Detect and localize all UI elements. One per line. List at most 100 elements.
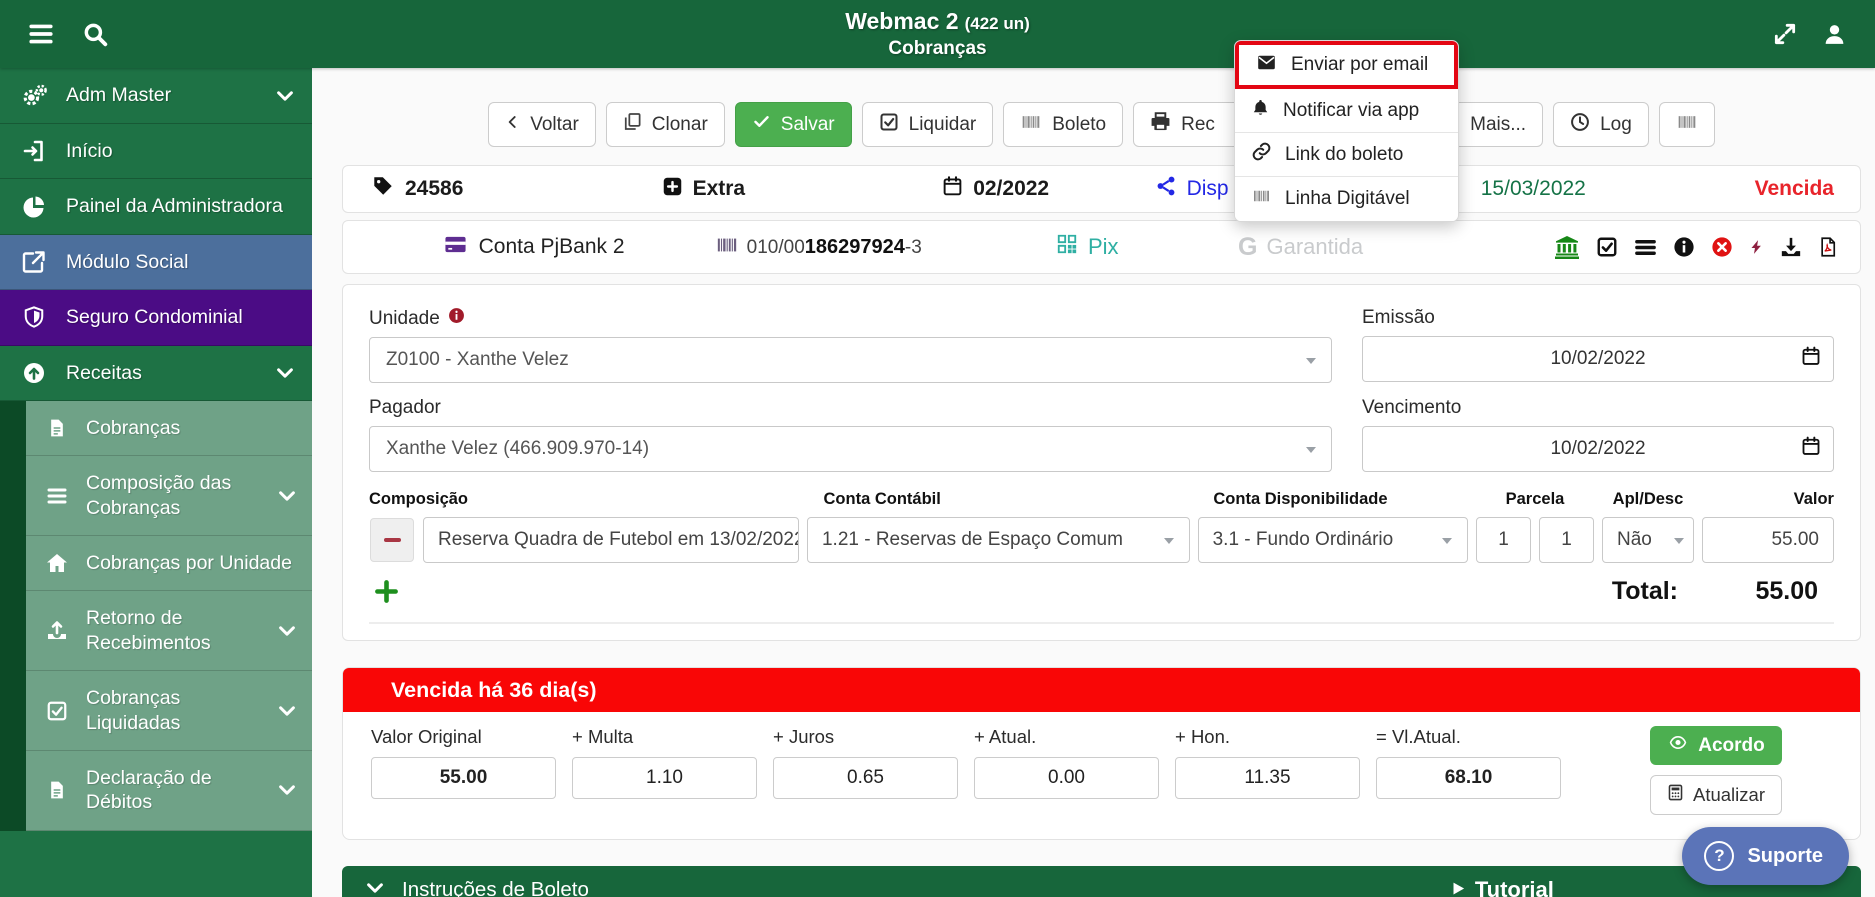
- sidebar-item-inicio[interactable]: Início: [0, 124, 312, 179]
- app-title-block: Webmac 2(422 un) Cobranças: [0, 8, 1875, 60]
- pagador-select[interactable]: Xanthe Velez (466.909.970-14): [369, 426, 1332, 472]
- sidebar-item-cobrancas[interactable]: Cobranças: [26, 401, 312, 456]
- pagador-value: Xanthe Velez (466.909.970-14): [386, 438, 649, 460]
- vencimento-label: Vencimento: [1362, 397, 1461, 419]
- clonar-button[interactable]: Clonar: [606, 102, 725, 147]
- sidebar-item-label: Início: [66, 139, 113, 163]
- liquidar-label: Liquidar: [909, 114, 977, 136]
- valor-input[interactable]: 55.00: [1702, 517, 1834, 563]
- dropdown-item-notificar-app[interactable]: Notificar via app: [1235, 89, 1458, 133]
- sidebar-item-seguro-condominial[interactable]: Seguro Condominial: [0, 290, 312, 345]
- valor-original-value: 55.00: [440, 767, 488, 789]
- atualizacao-value: 0.00: [1048, 767, 1085, 789]
- liquidar-button[interactable]: Liquidar: [862, 102, 994, 147]
- add-row-button[interactable]: [375, 580, 398, 603]
- atualizacao-input[interactable]: 0.00: [974, 757, 1159, 799]
- conta-contabil-select[interactable]: 1.21 - Reservas de Espaço Comum: [807, 517, 1190, 563]
- upload-icon: [44, 619, 70, 643]
- chevron-down-icon: [274, 362, 296, 384]
- parcela-total-value: 1: [1561, 529, 1572, 551]
- vencimento-input[interactable]: 10/02/2022: [1362, 426, 1834, 472]
- dropdown-item-linha-digitavel[interactable]: Linha Digitável: [1235, 177, 1458, 221]
- download-icon[interactable]: [1780, 221, 1802, 273]
- apl-desc-value: Não: [1617, 529, 1652, 551]
- bolt-icon[interactable]: [1749, 221, 1764, 273]
- composicao-value: Reserva Quadra de Futebol em 13/02/2022: [438, 529, 799, 551]
- bank-icon[interactable]: [1554, 221, 1580, 273]
- log-button[interactable]: Log: [1553, 102, 1649, 147]
- main-content: Voltar Clonar Salvar Liquidar Boleto Rec…: [312, 68, 1875, 897]
- composicao-input[interactable]: Reserva Quadra de Futebol em 13/02/2022: [423, 517, 799, 563]
- plus-square-icon: [662, 176, 683, 203]
- menu-bars-icon[interactable]: [1634, 221, 1657, 273]
- billing-type: Extra: [662, 166, 746, 212]
- unidade-select[interactable]: Z0100 - Xanthe Velez: [369, 337, 1332, 383]
- sidebar-item-label: Módulo Social: [66, 250, 188, 274]
- calendar-icon[interactable]: [1801, 346, 1821, 373]
- pix-link[interactable]: Pix: [1056, 221, 1119, 273]
- calendar-icon[interactable]: [1801, 436, 1821, 463]
- overdue-banner: Vencida há 36 dia(s): [343, 668, 1860, 712]
- check-square-icon[interactable]: [1596, 221, 1618, 273]
- bank-account: Conta PjBank 2: [442, 221, 625, 273]
- info-circle-icon[interactable]: [1673, 221, 1695, 273]
- user-icon[interactable]: [1822, 22, 1847, 47]
- cancel-circle-icon[interactable]: [1711, 221, 1733, 273]
- dropdown-item-enviar-email[interactable]: Enviar por email: [1235, 41, 1458, 89]
- caret-down-icon: [1163, 529, 1175, 551]
- fullscreen-icon[interactable]: [1772, 21, 1798, 47]
- mais-button[interactable]: Mais...: [1453, 102, 1543, 147]
- multa-label: + Multa: [572, 726, 757, 748]
- file-pdf-icon[interactable]: [1818, 221, 1838, 273]
- pix-label: Pix: [1088, 234, 1119, 260]
- sidebar-item-composicao-cobrancas[interactable]: Composição das Cobranças: [26, 456, 312, 536]
- remove-row-button[interactable]: [370, 518, 414, 562]
- barcode-only-button[interactable]: [1659, 102, 1715, 147]
- juros-input[interactable]: 0.65: [773, 757, 958, 799]
- menu-icon[interactable]: [26, 21, 56, 47]
- emissao-label: Emissão: [1362, 307, 1435, 329]
- dropdown-item-link-boleto[interactable]: Link do boleto: [1235, 133, 1458, 177]
- acordo-icon: [1667, 734, 1689, 757]
- tutorial-link[interactable]: Tutorial: [1451, 877, 1554, 897]
- mais-label: Mais...: [1470, 114, 1526, 136]
- apl-desc-select[interactable]: Não: [1602, 517, 1694, 563]
- valor-atualizado-input[interactable]: 68.10: [1376, 757, 1561, 799]
- boleto-number-prefix: 010/00: [747, 237, 805, 259]
- instrucoes-boleto-bar[interactable]: Instruções de Boleto Tutorial: [342, 866, 1861, 897]
- share-icon: [1155, 175, 1177, 203]
- support-button[interactable]: ? Suporte: [1682, 827, 1849, 885]
- parcela-total-input[interactable]: 1: [1539, 517, 1594, 563]
- sidebar-item-adm-master[interactable]: Adm Master: [0, 68, 312, 124]
- calendar-icon: [942, 175, 963, 203]
- sidebar-item-cobrancas-por-unidade[interactable]: Cobranças por Unidade: [26, 536, 312, 591]
- sidebar-item-painel-administradora[interactable]: Painel da Administradora: [0, 179, 312, 234]
- parcela-num-input[interactable]: 1: [1476, 517, 1531, 563]
- total-value: 55.00: [1678, 577, 1828, 606]
- sidebar-item-receitas[interactable]: Receitas: [0, 346, 312, 401]
- emissao-input[interactable]: 10/02/2022: [1362, 336, 1834, 382]
- valor-original-input[interactable]: 55.00: [371, 757, 556, 799]
- sidebar-item-modulo-social[interactable]: Módulo Social: [0, 235, 312, 290]
- sign-in-icon: [20, 139, 48, 163]
- search-icon[interactable]: [82, 21, 108, 47]
- acordo-button[interactable]: Acordo: [1650, 726, 1782, 765]
- overdue-buttons: Acordo Atualizar: [1650, 726, 1782, 815]
- sidebar-item-retorno-recebimentos[interactable]: Retorno de Recebimentos: [26, 591, 312, 671]
- billing-disp-link[interactable]: Disp: [1155, 166, 1229, 212]
- sidebar-item-cobrancas-liquidadas[interactable]: Cobranças Liquidadas: [26, 671, 312, 751]
- unidade-field: Unidade Z0100 - Xanthe Velez: [369, 307, 1332, 383]
- salvar-button[interactable]: Salvar: [735, 102, 852, 147]
- boleto-button[interactable]: Boleto: [1003, 102, 1123, 147]
- tutorial-label: Tutorial: [1475, 877, 1554, 897]
- chevron-down-icon: [276, 779, 298, 801]
- multa-input[interactable]: 1.10: [572, 757, 757, 799]
- info-icon[interactable]: [448, 307, 465, 330]
- conta-disponibilidade-select[interactable]: 3.1 - Fundo Ordinário: [1198, 517, 1468, 563]
- page-title: Cobranças: [0, 38, 1875, 60]
- voltar-button[interactable]: Voltar: [488, 102, 596, 147]
- atualizar-button[interactable]: Atualizar: [1650, 775, 1782, 815]
- honorarios-input[interactable]: 11.35: [1175, 757, 1360, 799]
- overdue-card: Vencida há 36 dia(s) Valor Original 55.0…: [342, 667, 1861, 840]
- sidebar-item-declaracao-debitos[interactable]: Declaração de Débitos: [26, 751, 312, 831]
